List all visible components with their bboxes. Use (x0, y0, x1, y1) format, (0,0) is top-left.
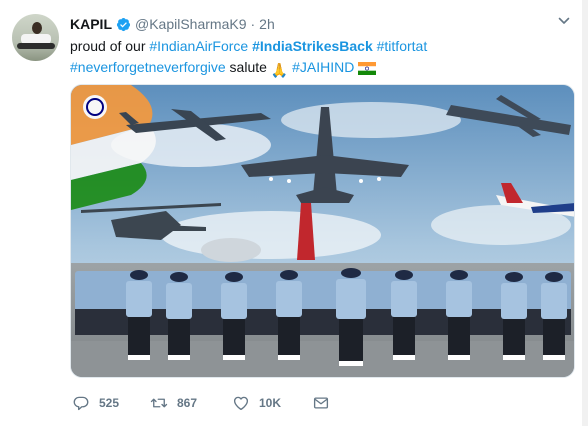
tweet-header: KAPIL @KapilSharmaK9 · 2h (70, 15, 275, 33)
retweet-count: 867 (177, 396, 198, 410)
scrollbar[interactable] (582, 0, 588, 426)
hashtag-link[interactable]: #neverforgetneverforgive (70, 59, 226, 75)
reply-icon (73, 396, 89, 411)
tweet-card[interactable]: KAPIL @KapilSharmaK9 · 2h proud of our #… (0, 0, 588, 426)
hashtag-link[interactable]: #titfortat (377, 38, 428, 54)
tweet-text-plain: salute (225, 58, 271, 75)
tweet-timestamp[interactable]: 2h (259, 16, 275, 32)
avatar[interactable] (12, 14, 59, 61)
india-flag-icon (358, 61, 377, 75)
hashtag-link[interactable]: #IndianAirForce (149, 38, 248, 54)
tweet-photo[interactable] (70, 84, 575, 378)
reply-count: 525 (99, 396, 120, 410)
avatar-figure-legs (17, 43, 55, 49)
user-handle[interactable]: @KapilSharmaK9 (135, 16, 247, 32)
retweet-icon (150, 398, 168, 408)
envelope-icon (313, 397, 329, 409)
heart-icon (233, 396, 249, 411)
display-name[interactable]: KAPIL (70, 16, 112, 32)
tweet-text-plain: proud of our (70, 38, 150, 54)
header-separator: · (250, 16, 256, 32)
retweet-button[interactable]: 867 (150, 392, 197, 414)
folded-hands-emoji: 🙏 (270, 61, 289, 78)
photo-air-force-parade (71, 85, 574, 377)
like-count: 10K (259, 396, 282, 410)
hashtag-link[interactable]: #JAIHIND (292, 59, 354, 75)
chevron-down-icon[interactable] (557, 14, 571, 28)
like-button[interactable]: 10K (232, 392, 281, 414)
direct-message-button[interactable] (312, 392, 330, 414)
verified-badge-icon (116, 17, 131, 31)
reply-button[interactable]: 525 (72, 392, 119, 414)
tweet-text: proud of our #IndianAirForce #IndiaStrik… (70, 36, 575, 80)
tweet-text-line: proud of our #IndianAirForce #IndiaStrik… (70, 36, 575, 57)
hashtag-link[interactable]: #IndiaStrikesBack (252, 38, 373, 54)
tweet-text-line: #neverforgetneverforgive salute 🙏 #JAIHI… (70, 57, 575, 81)
avatar-figure-head (32, 22, 42, 34)
